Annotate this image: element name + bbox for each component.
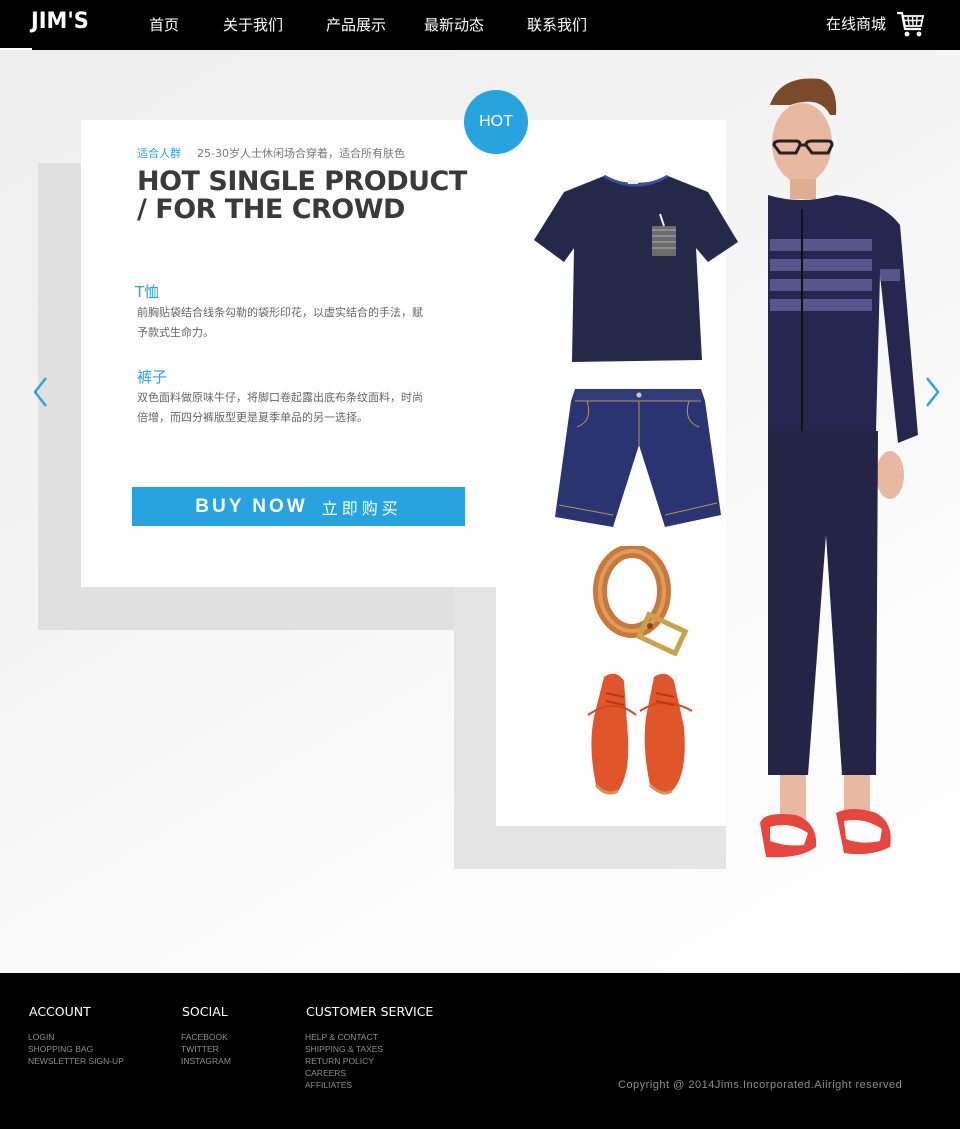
headline-line-2: / FOR THE CROWD <box>137 194 405 225</box>
nav-about[interactable]: 关于我们 <box>223 0 283 50</box>
buy-now-label-en: BUY NOW <box>195 495 308 517</box>
headline-line-1: HOT SINGLE PRODUCT <box>137 166 467 197</box>
tshirt-image[interactable] <box>532 170 740 366</box>
footer-service-links: HELP & CONTACT SHIPPING & TAXES RETURN P… <box>305 1031 383 1091</box>
footer-link-shipping[interactable]: SHIPPING & TAXES <box>305 1043 383 1055</box>
tshirt-desc-line-1: 前胸贴袋结合线条勾勒的袋形印花，以虚实结合的手法，赋 <box>137 306 423 319</box>
tshirt-title: T恤 <box>135 283 160 301</box>
headline: HOT SINGLE PRODUCT / FOR THE CROWD <box>137 168 467 224</box>
pants-desc: 双色面料做原味牛仔，将脚口卷起露出底布条纹面料，时尚 倍增，而四分裤版型更是夏季… <box>137 388 452 428</box>
chevron-left-icon[interactable] <box>31 375 51 409</box>
footer-account-links: LOGIN SHOPPING BAG NEWSLETTER SIGN-UP <box>28 1031 124 1067</box>
footer-link-login[interactable]: LOGIN <box>28 1031 124 1043</box>
pants-desc-line-1: 双色面料做原味牛仔，将脚口卷起露出底布条纹面料，时尚 <box>137 391 423 404</box>
online-shop-link[interactable]: 在线商城 <box>826 0 886 50</box>
footer-link-facebook[interactable]: FACEBOOK <box>181 1031 231 1043</box>
buy-now-button[interactable]: BUY NOW 立即购买 <box>132 487 465 526</box>
nav-news[interactable]: 最新动态 <box>424 0 484 50</box>
brand-logo[interactable]: JIM'S <box>31 9 89 34</box>
tshirt-desc: 前胸贴袋结合线条勾勒的袋形印花，以虚实结合的手法，赋 予款式生命力。 <box>137 303 452 343</box>
orange-boots-image[interactable] <box>584 667 694 797</box>
copyright-text: Copyright @ 2014Jims.Incorporated.Aiirig… <box>618 1079 903 1091</box>
nav-home[interactable]: 首页 <box>149 0 179 50</box>
target-audience-desc: 25-30岁人士休闲场合穿着，适合所有肤色 <box>197 147 405 160</box>
footer-link-return-policy[interactable]: RETURN POLICY <box>305 1055 383 1067</box>
tshirt-desc-line-2: 予款式生命力。 <box>137 326 214 339</box>
fashion-model-image <box>760 78 918 858</box>
site-footer: ACCOUNT LOGIN SHOPPING BAG NEWSLETTER SI… <box>0 973 960 1129</box>
top-header: JIM'S 首页 关于我们 产品展示 最新动态 联系我们 在线商城 <box>0 0 960 50</box>
hot-badge: HOT <box>464 90 528 154</box>
footer-service-heading: CUSTOMER SERVICE <box>306 1004 434 1019</box>
footer-account-heading: ACCOUNT <box>29 1004 91 1019</box>
footer-link-instagram[interactable]: INSTAGRAM <box>181 1055 231 1067</box>
denim-shorts-image[interactable] <box>553 387 723 530</box>
footer-link-twitter[interactable]: TWITTER <box>181 1043 231 1055</box>
buy-now-label-cn: 立即购买 <box>321 498 402 518</box>
nav-products[interactable]: 产品展示 <box>326 0 386 50</box>
target-audience-label: 适合人群 <box>137 147 181 160</box>
pants-desc-line-2: 倍增，而四分裤版型更是夏季单品的另一选择。 <box>137 411 368 424</box>
leather-belt-image[interactable] <box>590 546 690 656</box>
footer-link-affiliates[interactable]: AFFILIATES <box>305 1079 383 1091</box>
shopping-cart-icon[interactable] <box>895 10 925 40</box>
nav-contact[interactable]: 联系我们 <box>527 0 587 50</box>
footer-link-shopping-bag[interactable]: SHOPPING BAG <box>28 1043 124 1055</box>
footer-link-help[interactable]: HELP & CONTACT <box>305 1031 383 1043</box>
pants-title: 裤子 <box>137 368 168 386</box>
footer-link-careers[interactable]: CAREERS <box>305 1067 383 1079</box>
hero-section: HOT 适合人群 25-30岁人士休闲场合穿着，适合所有肤色 HOT SINGL… <box>0 50 960 973</box>
footer-social-links: FACEBOOK TWITTER INSTAGRAM <box>181 1031 231 1067</box>
footer-link-newsletter[interactable]: NEWSLETTER SIGN-UP <box>28 1055 124 1067</box>
footer-social-heading: SOCIAL <box>182 1004 228 1019</box>
